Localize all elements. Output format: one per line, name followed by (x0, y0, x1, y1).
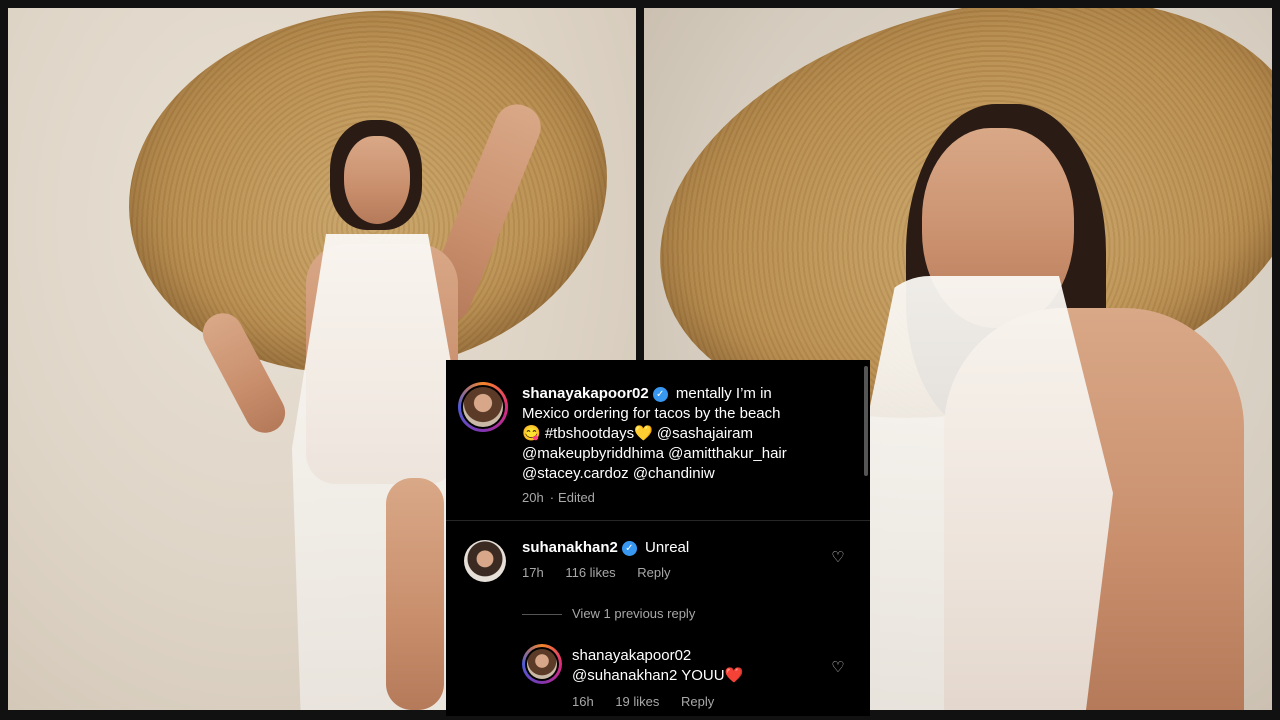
heart-outline-icon[interactable]: ♡ (830, 550, 846, 566)
post-time: 20h (522, 490, 544, 505)
verified-badge-icon: ✓ (621, 541, 637, 556)
post-dot: · (549, 490, 555, 505)
comment-row: suhanakhan2 ✓ Unreal (522, 538, 689, 558)
comment-panel: shanayakapoor02 ✓ mentally I’m in Mexico … (446, 360, 870, 716)
reply-meta: 16h 19 likes Reply (572, 694, 732, 709)
verified-badge-icon: ✓ (652, 387, 668, 402)
comment-reply-button[interactable]: Reply (637, 565, 670, 580)
post-caption: shanayakapoor02 ✓ mentally I’m in Mexico … (522, 384, 862, 484)
reply-username-row: shanayakapoor02 (572, 646, 691, 666)
caption-line-1: mentally I’m in (675, 385, 772, 402)
comment-avatar[interactable] (464, 540, 506, 582)
comment-text: Unreal (645, 539, 690, 556)
comment-likes[interactable]: 116 likes (565, 565, 615, 580)
reply-avatar[interactable] (522, 644, 562, 684)
view-replies-line (522, 614, 562, 615)
reply-reply-button[interactable]: Reply (681, 694, 714, 709)
face-left (344, 136, 410, 224)
caption-line-4: @makeupbyriddhima @amitthakur_hair (522, 445, 787, 462)
caption-divider (446, 520, 870, 521)
comment-meta: 17h 116 likes Reply (522, 565, 689, 580)
post-author-avatar[interactable] (458, 382, 508, 432)
leg-left (386, 478, 444, 710)
post-author-username[interactable]: shanayakapoor02 (522, 385, 649, 402)
caption-line-2: Mexico ordering for tacos by the beach (522, 405, 781, 422)
comment-time: 17h (522, 565, 544, 580)
caption-line-3: 😋 #tbshootdays💛 @sashajairam (522, 425, 754, 442)
post-meta: 20h · Edited (522, 490, 613, 505)
reply-likes[interactable]: 19 likes (615, 694, 659, 709)
reply-text: @suhanakhan2 YOUU❤️ (572, 667, 744, 684)
scrollbar[interactable] (864, 366, 868, 476)
comment-username[interactable]: suhanakhan2 (522, 539, 618, 556)
heart-outline-icon[interactable]: ♡ (830, 660, 846, 676)
reply-username[interactable]: shanayakapoor02 (572, 647, 691, 664)
view-replies-link[interactable]: View 1 previous reply (572, 606, 695, 621)
caption-line-5: @stacey.cardoz @chandiniw (522, 465, 715, 482)
post-edited: Edited (558, 490, 595, 505)
reply-time: 16h (572, 694, 594, 709)
